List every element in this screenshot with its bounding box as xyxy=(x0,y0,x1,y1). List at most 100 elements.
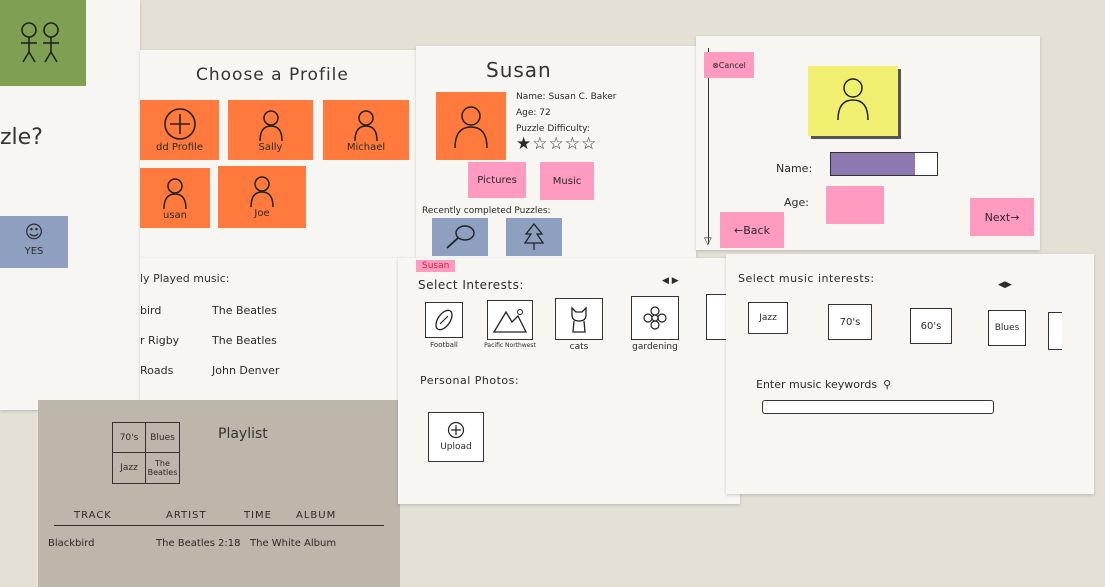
grid-cell[interactable]: The Beatles xyxy=(146,453,179,483)
star-empty-icon[interactable]: ☆ xyxy=(549,134,565,154)
profile-tile-add[interactable]: dd Profile xyxy=(140,100,219,160)
name-label: Name: xyxy=(776,162,813,175)
search-icon: ⚲ xyxy=(883,378,892,391)
back-button[interactable]: ←Back xyxy=(720,212,784,248)
person-icon xyxy=(454,106,488,149)
playlist-title: Playlist xyxy=(218,426,268,442)
interest-item-gardening[interactable]: gardening xyxy=(624,296,686,352)
name-field[interactable] xyxy=(830,152,938,176)
profile-tile-susan[interactable]: usan xyxy=(140,168,210,228)
song-title: Roads xyxy=(140,364,174,377)
music-genre-jazz[interactable]: Jazz xyxy=(748,302,788,334)
playlist-screen: 70's Blues Jazz The Beatles Playlist TRA… xyxy=(38,400,400,587)
list-item[interactable]: bird The Beatles xyxy=(140,304,390,334)
star-empty-icon[interactable]: ☆ xyxy=(581,134,597,154)
profile-tile-label: usan xyxy=(162,210,187,221)
interests-screen: Susan Select Interests: ◀ ▶ Football Pac… xyxy=(398,258,740,504)
star-empty-icon[interactable]: ☆ xyxy=(532,134,548,154)
recent-music-list: bird The Beatles r Rigby The Beatles Roa… xyxy=(140,304,390,394)
cancel-label: ⊗Cancel xyxy=(712,60,746,70)
music-search-input[interactable] xyxy=(762,400,994,414)
puzzle-thumb-racket[interactable] xyxy=(432,218,488,256)
grid-cell[interactable]: Jazz xyxy=(113,453,146,483)
playlist-grid: 70's Blues Jazz The Beatles xyxy=(112,422,180,484)
profile-tile-label: Sally xyxy=(258,142,283,153)
profile-tile-sally[interactable]: Sally xyxy=(228,100,313,160)
music-search-label: Enter music keywords ⚲ xyxy=(756,378,891,391)
track-cell: Blackbird xyxy=(48,538,95,549)
puzzle-thumb-tree[interactable] xyxy=(506,218,562,256)
time-cell: 2:18 xyxy=(218,538,241,549)
profile-tile-michael[interactable]: Michael xyxy=(323,100,409,160)
list-item[interactable]: r Rigby The Beatles xyxy=(140,334,390,364)
interests-pager[interactable]: ◀ ▶ xyxy=(662,276,679,286)
profile-tile-joe[interactable]: Joe xyxy=(218,166,306,228)
profile-tile-label: dd Profile xyxy=(156,142,203,153)
recent-music-screen: ly Played music: bird The Beatles r Rigb… xyxy=(140,258,402,403)
scroll-down-icon[interactable]: ▽ xyxy=(704,236,712,247)
next-label: Next→ xyxy=(984,210,1020,224)
pictures-label: Pictures xyxy=(477,174,517,186)
smiley-icon: ☺ xyxy=(24,222,44,243)
yes-button[interactable]: ☺ YES xyxy=(0,216,68,268)
person-icon xyxy=(163,178,187,210)
star-filled-icon[interactable]: ★ xyxy=(516,134,532,154)
grid-cell[interactable]: 70's xyxy=(113,423,146,453)
grid-cell[interactable]: Blues xyxy=(146,423,179,453)
difficulty-stars[interactable]: ★☆☆☆☆ xyxy=(516,134,597,154)
page-title: Choose a Profile xyxy=(196,65,349,85)
star-empty-icon[interactable]: ☆ xyxy=(565,134,581,154)
yes-label: YES xyxy=(24,246,44,257)
column-header: ARTIST xyxy=(166,510,207,521)
genre-label: 60's xyxy=(920,320,942,332)
mountain-icon xyxy=(492,309,528,333)
list-item[interactable]: Roads John Denver xyxy=(140,364,390,394)
pictures-button[interactable]: Pictures xyxy=(468,162,526,198)
song-title: r Rigby xyxy=(140,334,180,347)
genre-label: Jazz xyxy=(759,313,777,323)
next-button[interactable]: Next→ xyxy=(970,198,1034,236)
age-field[interactable] xyxy=(826,186,884,224)
music-interests-header: Select music interests: xyxy=(738,272,875,285)
interests-header: Select Interests: xyxy=(418,278,524,292)
column-header: TRACK xyxy=(74,510,112,521)
family-image xyxy=(0,0,86,86)
music-button[interactable]: Music xyxy=(540,162,594,200)
interest-item-cats[interactable]: cats xyxy=(554,298,604,352)
cat-icon xyxy=(571,306,587,333)
table-row[interactable]: Blackbird The Beatles 2:18 The White Alb… xyxy=(48,538,388,549)
avatar xyxy=(436,92,506,160)
interest-item-football[interactable]: Football xyxy=(424,302,464,349)
music-genre-blues[interactable]: Blues xyxy=(988,310,1026,346)
new-profile-screen: ▽ ⊗Cancel Name: Age: ←Back Next→ xyxy=(696,36,1040,250)
interest-label: cats xyxy=(569,342,589,352)
profile-tile-label: Michael xyxy=(346,142,386,153)
tree-icon xyxy=(523,222,545,250)
music-label: Music xyxy=(552,175,582,187)
plus-icon xyxy=(447,421,465,439)
difficulty-label: Puzzle Difficulty: xyxy=(516,124,590,134)
album-cell: The White Album xyxy=(250,538,337,549)
column-header: ALBUM xyxy=(296,510,337,521)
song-artist: The Beatles xyxy=(212,304,277,317)
recent-puzzles-label: Recently completed Puzzles: xyxy=(422,206,551,216)
music-pager[interactable]: ◀▶ xyxy=(998,280,1012,290)
music-genre-70s[interactable]: 70's xyxy=(828,304,872,340)
back-label: ←Back xyxy=(734,223,770,237)
flower-icon xyxy=(643,306,667,330)
interest-item-pacific-northwest[interactable]: Pacific Northwest xyxy=(480,300,540,349)
profile-age-line: Age: 72 xyxy=(516,108,551,118)
music-interests-screen: Select music interests: ◀▶ Jazz 70's 60'… xyxy=(726,254,1094,494)
left-strip-screen: zle? ☺ YES xyxy=(0,0,140,410)
person-icon xyxy=(837,78,869,121)
profile-name-title: Susan xyxy=(486,58,552,82)
cancel-button[interactable]: ⊗Cancel xyxy=(704,52,754,78)
photos-header: Personal Photos: xyxy=(420,374,520,387)
song-title: bird xyxy=(140,304,162,317)
photo-placeholder[interactable] xyxy=(808,66,898,136)
music-genre-partial[interactable] xyxy=(1048,312,1062,350)
person-icon xyxy=(354,110,378,142)
music-genre-60s[interactable]: 60's xyxy=(910,308,952,344)
column-header: TIME xyxy=(244,510,273,521)
upload-button[interactable]: Upload xyxy=(428,412,484,462)
